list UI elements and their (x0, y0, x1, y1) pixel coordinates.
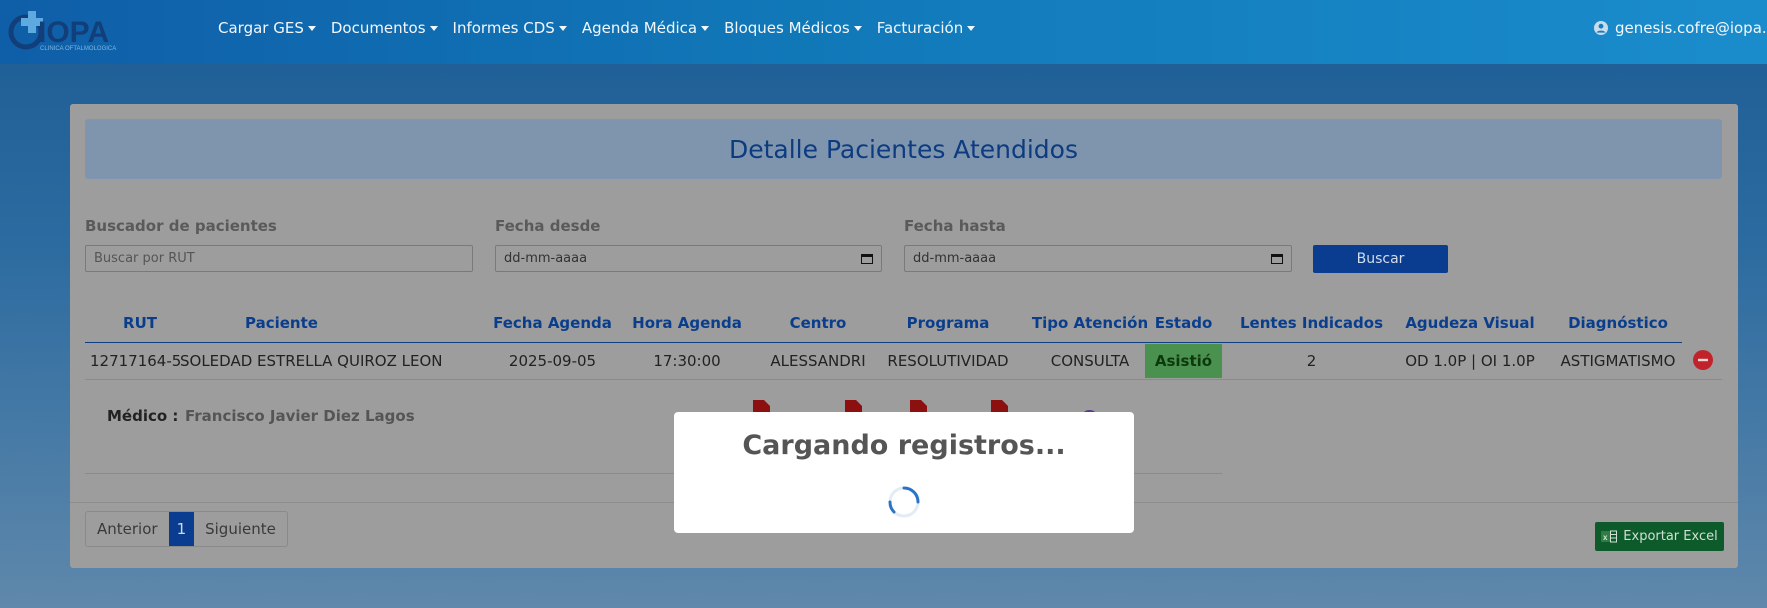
col-diagnostico[interactable]: Diagnóstico (1555, 314, 1681, 332)
from-date-input[interactable]: dd-mm-aaaa (495, 245, 882, 272)
cell-centro: ALESSANDRI (770, 352, 866, 370)
col-agudeza[interactable]: Agudeza Visual (1385, 314, 1555, 332)
to-date-label: Fecha hasta (904, 217, 1006, 235)
svg-text:IOPA: IOPA (38, 16, 109, 49)
next-page-button[interactable]: Siguiente (194, 512, 287, 546)
search-label: Buscador de pacientes (85, 217, 277, 235)
search-placeholder: Buscar por RUT (94, 251, 195, 266)
menu-agenda-medica[interactable]: Agenda Médica (581, 19, 710, 37)
medico-name: Francisco Javier Diez Lagos (185, 407, 415, 425)
medico-label: Médico : (107, 407, 179, 425)
to-date-input[interactable]: dd-mm-aaaa (904, 245, 1292, 272)
prev-page-button[interactable]: Anterior (86, 512, 169, 546)
user-menu[interactable]: genesis.cofre@iopa.c (1594, 19, 1767, 37)
cell-programa: RESOLUTIVIDAD (887, 352, 1009, 370)
from-date-label: Fecha desde (495, 217, 601, 235)
excel-icon: x (1601, 530, 1618, 543)
menu-label: Bloques Médicos (724, 19, 850, 37)
cell-paciente: SOLEDAD ESTRELLA QUIROZ LEON (180, 352, 443, 370)
col-fecha-agenda[interactable]: Fecha Agenda (490, 314, 615, 332)
chevron-down-icon (967, 25, 976, 31)
col-programa[interactable]: Programa (870, 314, 1026, 332)
menu-label: Cargar GES (218, 19, 304, 37)
navbar: IOPA CLINICA OFTALMOLOGICA Cargar GES Do… (0, 0, 1767, 64)
chevron-down-icon (429, 25, 438, 31)
col-hora-agenda[interactable]: Hora Agenda (625, 314, 749, 332)
chevron-down-icon (701, 25, 710, 31)
page-title: Detalle Pacientes Atendidos (728, 134, 1078, 164)
loading-modal: Cargando registros... (674, 412, 1134, 533)
col-paciente[interactable]: Paciente (180, 314, 383, 332)
title-bar: Detalle Pacientes Atendidos (85, 119, 1722, 179)
svg-text:CLINICA OFTALMOLOGICA: CLINICA OFTALMOLOGICA (40, 46, 116, 52)
cell-agudeza: OD 1.0P | OI 1.0P (1405, 352, 1535, 370)
export-excel-label: Exportar Excel (1623, 529, 1718, 544)
menu-bloques-medicos[interactable]: Bloques Médicos (724, 19, 862, 37)
menu-facturacion[interactable]: Facturación (877, 19, 976, 37)
calendar-icon[interactable] (1271, 253, 1283, 264)
menu-informes-cds[interactable]: Informes CDS (453, 19, 567, 37)
menu-label: Agenda Médica (581, 19, 698, 37)
iopa-logo[interactable]: IOPA CLINICA OFTALMOLOGICA (4, 8, 154, 52)
user-circle-icon (1594, 21, 1608, 35)
cell-tipo: CONSULTA (1050, 352, 1130, 370)
search-button[interactable]: Buscar (1313, 245, 1448, 273)
col-estado[interactable]: Estado (1145, 314, 1222, 332)
menu-label: Documentos (330, 19, 426, 37)
page-1-button[interactable]: 1 (168, 512, 195, 546)
search-input[interactable]: Buscar por RUT (85, 245, 473, 272)
to-date-value: dd-mm-aaaa (913, 251, 997, 266)
pagination: Anterior 1 Siguiente (85, 511, 288, 547)
col-rut[interactable]: RUT (100, 314, 180, 332)
chevron-down-icon (558, 25, 567, 31)
menu-documentos[interactable]: Documentos (331, 19, 438, 37)
cell-diagnostico: ASTIGMATISMO (1560, 352, 1676, 370)
from-date-value: dd-mm-aaaa (504, 251, 588, 266)
row-divider (85, 379, 1722, 380)
cell-rut: 12717164-5 (90, 352, 182, 370)
menu-label: Facturación (876, 19, 964, 37)
spinner-icon (888, 486, 920, 518)
chevron-down-icon (853, 25, 862, 31)
col-centro[interactable]: Centro (765, 314, 871, 332)
calendar-icon[interactable] (861, 253, 873, 264)
loading-title: Cargando registros... (742, 430, 1066, 461)
chevron-down-icon (307, 25, 316, 31)
cell-hora: 17:30:00 (653, 352, 721, 370)
cell-lentes: 2 (1306, 352, 1317, 370)
cell-fecha: 2025-09-05 (508, 352, 597, 370)
col-lentes[interactable]: Lentes Indicados (1235, 314, 1388, 332)
svg-text:x: x (1603, 533, 1608, 542)
export-excel-button[interactable]: x Exportar Excel (1595, 522, 1724, 551)
collapse-row-icon[interactable] (1693, 350, 1713, 370)
menu-label: Informes CDS (452, 19, 555, 37)
table-header-divider (85, 342, 1682, 343)
main-menu: Cargar GES Documentos Informes CDS Agend… (218, 19, 990, 37)
menu-cargar-ges[interactable]: Cargar GES (218, 19, 316, 37)
user-email: genesis.cofre@iopa.c (1615, 19, 1767, 37)
status-badge: Asistió (1145, 344, 1222, 378)
col-tipo-atencion[interactable]: Tipo Atención (1020, 314, 1160, 332)
